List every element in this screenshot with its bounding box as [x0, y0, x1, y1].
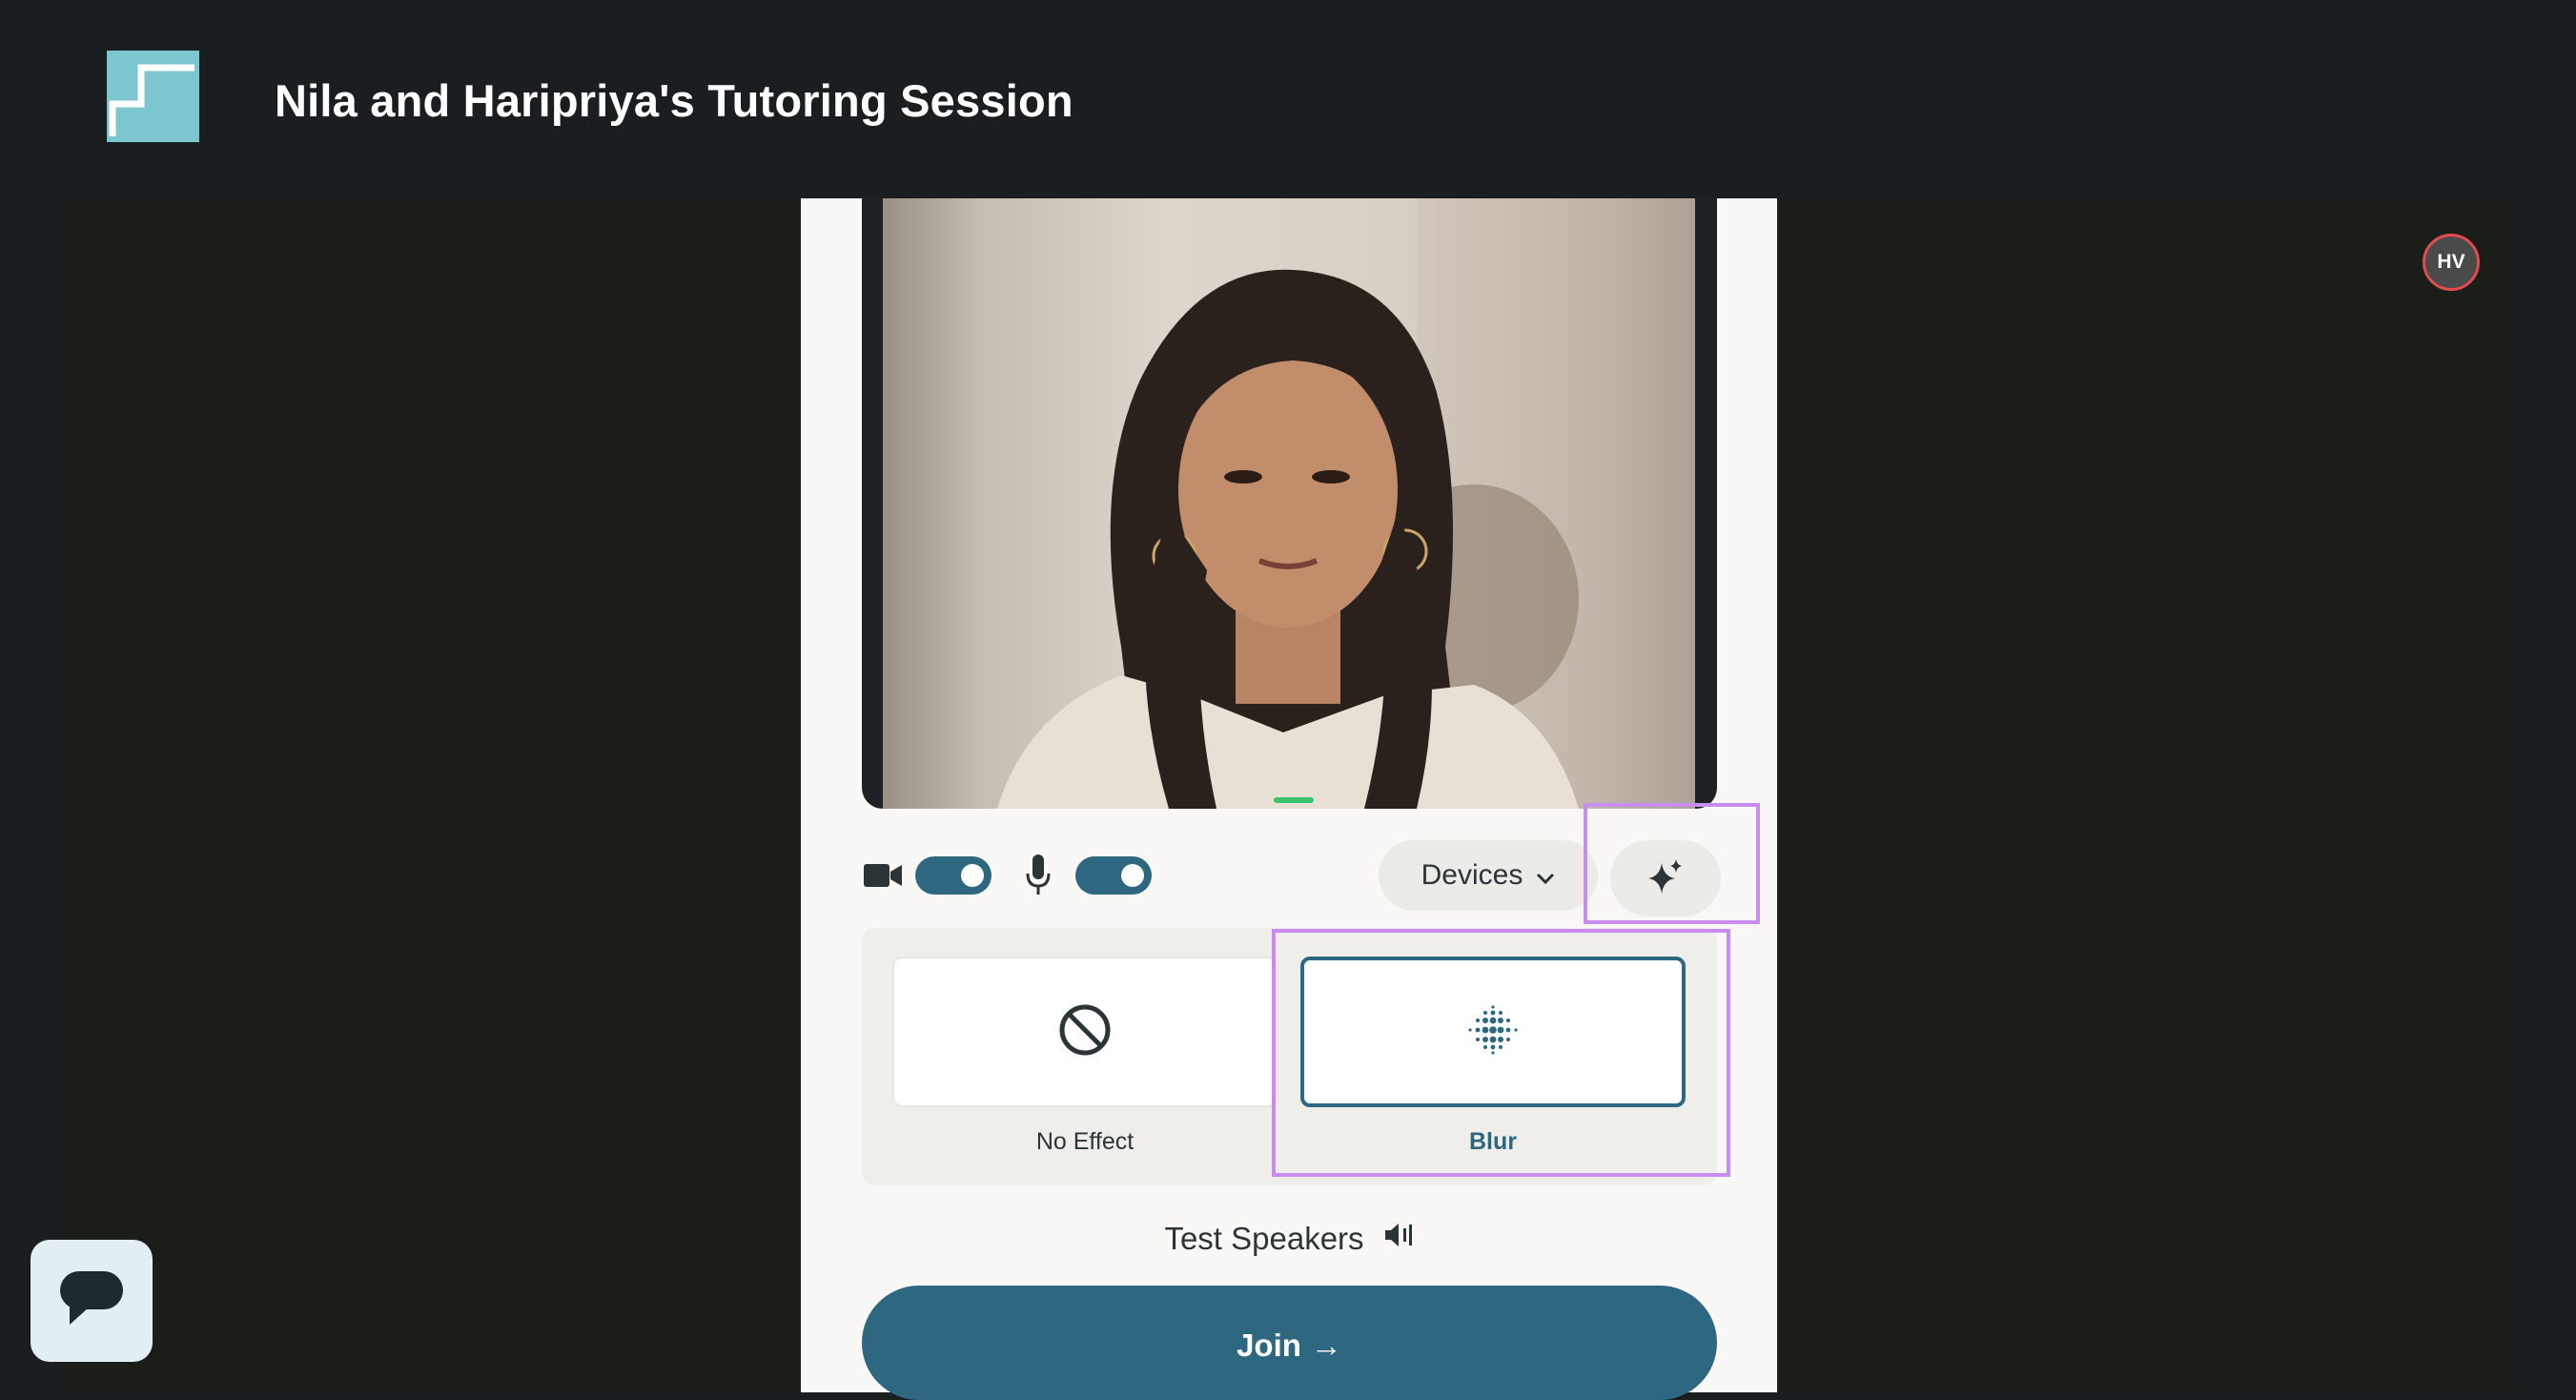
speaker-icon [1383, 1221, 1414, 1257]
prejoin-panel: Devices No Effect Blur Test Speakers Joi… [801, 198, 1777, 1400]
camera-toggle[interactable] [915, 856, 992, 895]
self-video-preview [862, 198, 1717, 809]
effects-button-highlight [1584, 803, 1760, 924]
speaking-indicator [1274, 797, 1314, 803]
test-speakers-label: Test Speakers [1164, 1221, 1364, 1256]
microphone-toggle[interactable] [1075, 856, 1152, 895]
stairs-logo-icon[interactable] [107, 51, 199, 142]
no-effect-option[interactable] [892, 957, 1278, 1107]
chat-button[interactable] [31, 1240, 153, 1362]
join-label: Join [1237, 1328, 1301, 1363]
user-avatar[interactable]: HV [2423, 234, 2480, 291]
devices-dropdown[interactable]: Devices [1379, 840, 1598, 911]
toggle-knob [961, 864, 984, 887]
chevron-down-icon [1536, 859, 1555, 892]
toggle-knob [1121, 864, 1144, 887]
top-bar: Nila and Haripriya's Tutoring Session [0, 0, 2576, 198]
chat-bubble-icon [60, 1270, 123, 1331]
session-title: Nila and Haripriya's Tutoring Session [275, 75, 1073, 126]
blur-option-highlight [1272, 929, 1730, 1177]
no-effect-label: No Effect [1035, 1128, 1135, 1155]
arrow-right-icon: → [1310, 1328, 1342, 1363]
camera-feed [883, 198, 1695, 809]
devices-label: Devices [1421, 859, 1523, 891]
test-speakers-button[interactable]: Test Speakers [801, 1221, 1777, 1257]
prohibited-icon [1058, 1003, 1112, 1061]
join-button[interactable]: Join → [862, 1286, 1717, 1400]
person-silhouette [997, 198, 1695, 809]
video-camera-icon [862, 856, 904, 895]
microphone-icon [1024, 853, 1053, 896]
